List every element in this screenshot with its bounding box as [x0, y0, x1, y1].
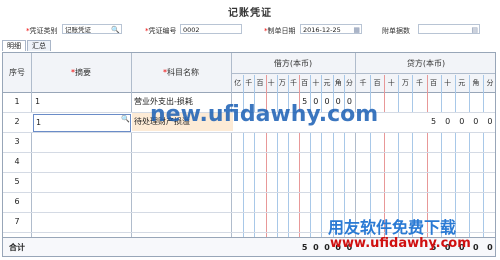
- table-row[interactable]: 3: [3, 133, 495, 153]
- attachments-label: 附单据数: [382, 27, 410, 35]
- date-label: *制单日期: [264, 27, 296, 35]
- debit-digit-header: 元: [323, 79, 331, 87]
- table-row[interactable]: 6: [3, 193, 495, 213]
- credit-digit-header: 万: [401, 79, 409, 87]
- amount-digit: 0: [313, 243, 319, 252]
- summary-cell[interactable]: [35, 173, 129, 191]
- col-seq-header: 序号: [9, 68, 25, 77]
- amount-digit: 0: [445, 117, 451, 126]
- amount-digit: 0: [473, 243, 479, 252]
- voucher-header: *凭证类别 记账凭证 🔍 *凭证编号 0002 *制单日期 2016-12-25…: [0, 22, 500, 38]
- table-row[interactable]: 4: [3, 153, 495, 173]
- search-icon[interactable]: 🔍: [121, 115, 130, 123]
- summary-cell[interactable]: [35, 213, 129, 231]
- debit-digit-header: 十: [312, 79, 320, 87]
- date-field[interactable]: 2016-12-25 ▦: [300, 24, 362, 34]
- summary-cell[interactable]: [35, 193, 129, 211]
- credit-digit-header: 元: [458, 79, 466, 87]
- col-account-header: *科目名称: [163, 68, 199, 77]
- voucher-type-field[interactable]: 记账凭证 🔍: [62, 24, 122, 34]
- summary-cell[interactable]: [35, 153, 129, 171]
- corner-watermark-url: www.ufidawhy.com: [330, 236, 471, 251]
- summary-cell[interactable]: 1: [33, 114, 131, 132]
- summary-cell[interactable]: 1: [35, 93, 129, 111]
- voucher-no-label: *凭证编号: [145, 27, 177, 35]
- tab-summary[interactable]: 汇总: [27, 40, 51, 51]
- corner-watermark-title: 用友软件免费下载: [328, 218, 457, 237]
- summary-cell[interactable]: [35, 133, 129, 151]
- credit-digit-header: 千: [359, 79, 367, 87]
- amount-digit: 0: [473, 117, 479, 126]
- credit-digit-header: 百: [373, 79, 381, 87]
- debit-digit-header: 百: [301, 79, 309, 87]
- col-summary-header: *摘要: [71, 68, 91, 77]
- calendar-icon[interactable]: ▦: [353, 26, 360, 33]
- debit-digit-header: 千: [245, 79, 253, 87]
- row-seq: 6: [14, 197, 20, 206]
- amount-digit: 5: [431, 117, 437, 126]
- row-seq: 3: [14, 137, 20, 146]
- account-cell[interactable]: [134, 173, 230, 191]
- grid-header: 序号 *摘要 *科目名称 借方(本币) 贷方(本币) 亿千百十万千百十元角分 千…: [3, 53, 495, 93]
- search-icon[interactable]: 🔍: [111, 26, 120, 33]
- tab-bar: 明细 汇总: [2, 40, 52, 52]
- amount-digit: 0: [487, 243, 493, 252]
- debit-digit-header: 亿: [234, 79, 242, 87]
- credit-digit-header: 角: [472, 79, 480, 87]
- debit-digit-header: 角: [334, 79, 342, 87]
- account-cell[interactable]: [134, 133, 230, 151]
- total-label: 合计: [9, 243, 25, 252]
- row-seq: 5: [14, 177, 20, 186]
- amount-digit: 5: [301, 243, 308, 252]
- table-row[interactable]: 5: [3, 173, 495, 193]
- center-watermark: new.ufidawhy.com: [150, 102, 379, 127]
- debit-digit-header: 千: [289, 79, 297, 87]
- credit-digit-header: 十: [387, 79, 395, 87]
- voucher-title: 记账凭证: [228, 8, 272, 19]
- credit-digit-header: 十: [444, 79, 452, 87]
- credit-digit-header: 分: [486, 79, 494, 87]
- row-seq: 1: [14, 97, 20, 106]
- voucher-type-label: *凭证类别: [26, 27, 58, 35]
- tab-detail[interactable]: 明细: [2, 40, 26, 51]
- row-seq: 7: [14, 217, 20, 226]
- row-seq: 2: [14, 117, 20, 126]
- account-cell[interactable]: [134, 213, 230, 231]
- account-cell[interactable]: [134, 193, 230, 211]
- col-credit-header: 贷方(本币): [406, 59, 446, 68]
- amount-digit: 0: [459, 117, 465, 126]
- debit-digit-header: 万: [278, 79, 286, 87]
- attachments-field[interactable]: ▤: [418, 24, 480, 34]
- credit-digit-header: 千: [415, 79, 423, 87]
- attachment-icon[interactable]: ▤: [471, 26, 478, 33]
- debit-digit-header: 分: [345, 79, 353, 87]
- col-debit-header: 借方(本币): [273, 59, 313, 68]
- credit-digit-header: 百: [430, 79, 438, 87]
- amount-digit: 0: [487, 117, 493, 126]
- voucher-no-field[interactable]: 0002: [180, 24, 242, 34]
- debit-digit-header: 十: [267, 79, 275, 87]
- account-cell[interactable]: [134, 153, 230, 171]
- row-seq: 4: [14, 157, 20, 166]
- debit-digit-header: 百: [256, 79, 264, 87]
